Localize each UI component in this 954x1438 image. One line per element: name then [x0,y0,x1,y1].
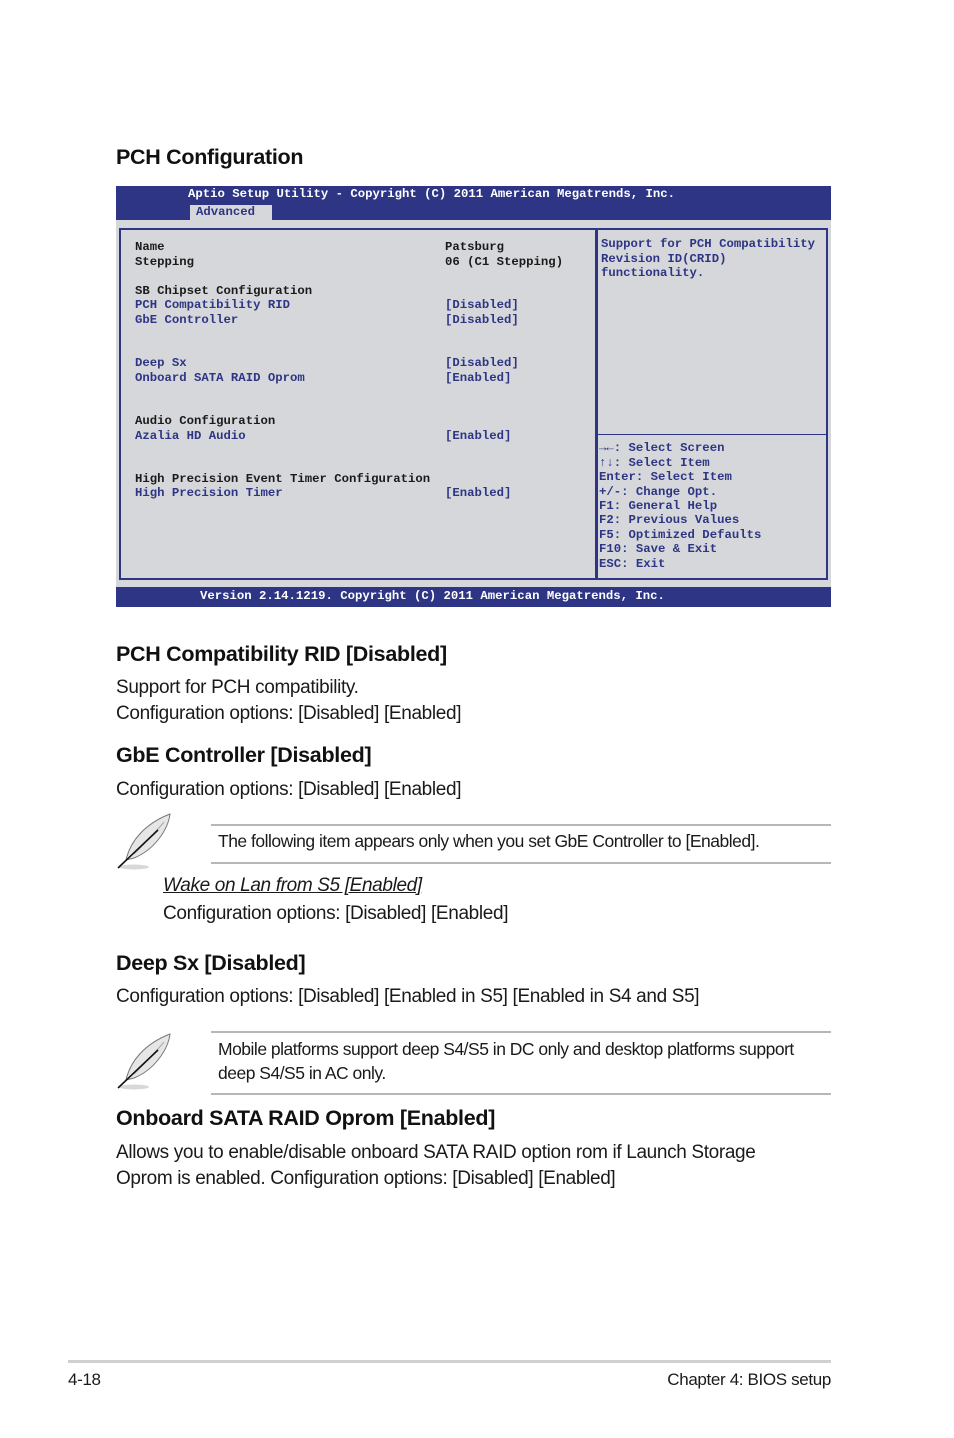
group-hpet: High Precision Event Timer Configuration [135,471,431,486]
note-text: The following item appears only when you… [218,831,760,851]
value-pch-compatibility-rid[interactable]: [Disabled] [445,298,519,313]
info-value-stepping: 06 (C1 Stepping) [445,254,564,269]
tab-advanced[interactable]: Advanced [190,205,272,220]
note-top-rule [211,824,831,826]
section-heading: PCH Configuration [116,145,304,169]
body-text: Configuration options: [Disabled] [Enabl… [163,903,509,924]
key-hint-previous-values: F2: Previous Values [599,513,740,527]
heading-onboard-sata-raid-oprom: Onboard SATA RAID Oprom [Enabled] [116,1106,496,1130]
key-hint-save-exit: F10: Save & Exit [599,542,718,556]
body-text: Configuration options: [Disabled] [Enabl… [116,703,462,724]
key-hint-select-screen: →←: Select Screen [599,441,725,455]
value-azalia-hd-audio[interactable]: [Enabled] [445,429,511,444]
note-bottom-rule [211,1093,831,1095]
chapter-title: Chapter 4: BIOS setup [667,1370,831,1389]
bios-title: Aptio Setup Utility - Copyright (C) 2011… [188,187,676,201]
info-label-name: Name [135,240,165,254]
value-gbe-controller[interactable]: [Disabled] [445,313,519,328]
bios-help-panel: Support for PCH Compatibility Revision I… [597,228,828,580]
key-hint-change-opt: +/-: Change Opt. [599,484,718,499]
key-hint-enter: Enter: Select Item [599,470,732,484]
key-hint-optimized-defaults: F5: Optimized Defaults [599,527,762,542]
heading-pch-compatibility-rid: PCH Compatibility RID [Disabled] [116,642,447,666]
value-high-precision-timer[interactable]: [Enabled] [445,486,511,501]
bios-version: Version 2.14.1219. Copyright (C) 2011 Am… [200,589,665,603]
note-text: deep S4/S5 in AC only. [218,1063,386,1083]
subitem-heading-wake-on-lan: Wake on Lan from S5 [Enabled] [163,875,422,896]
group-sb-chipset: SB Chipset Configuration [135,283,313,298]
feather-pen-icon [114,810,176,877]
heading-deep-sx: Deep Sx [Disabled] [116,951,306,975]
item-pch-compatibility-rid[interactable]: PCH Compatibility RID [135,298,290,313]
help-text-line: Support for PCH Compatibility [601,237,816,251]
note-bottom-rule [211,862,831,864]
body-text: Oprom is enabled. Configuration options:… [116,1168,616,1189]
heading-gbe-controller: GbE Controller [Disabled] [116,743,372,767]
item-onboard-sata-raid-oprom[interactable]: Onboard SATA RAID Oprom [135,371,305,386]
info-label-stepping: Stepping [135,254,195,269]
bios-title-bar: Aptio Setup Utility - Copyright (C) 2011… [116,186,831,220]
bios-screenshot: Aptio Setup Utility - Copyright (C) 2011… [116,186,831,607]
item-deep-sx[interactable]: Deep Sx [135,356,187,371]
key-hint-general-help: F1: General Help [599,499,718,513]
item-high-precision-timer[interactable]: High Precision Timer [135,486,283,501]
note-text: Mobile platforms support deep S4/S5 in D… [218,1039,794,1059]
key-hint-select-item: ↑↓: Select Item [599,455,710,470]
item-azalia-hd-audio[interactable]: Azalia HD Audio [135,429,246,444]
body-text: Support for PCH compatibility. [116,677,359,698]
feather-pen-icon [114,1030,176,1097]
value-onboard-sata-raid-oprom[interactable]: [Enabled] [445,371,511,386]
body-text: Configuration options: [Disabled] [Enabl… [116,986,700,1007]
bios-footer-bar: Version 2.14.1219. Copyright (C) 2011 Am… [116,587,831,607]
footer-rule [68,1360,831,1363]
value-deep-sx[interactable]: [Disabled] [445,356,519,371]
help-text-line: Revision ID(CRID) [601,251,727,266]
help-divider [598,434,827,435]
group-audio: Audio Configuration [135,414,276,428]
body-text: Configuration options: [Disabled] [Enabl… [116,779,462,800]
key-hint-exit: ESC: Exit [599,556,666,571]
body-text: Allows you to enable/disable onboard SAT… [116,1142,756,1163]
bios-main-panel: Name Patsburg Stepping 06 (C1 Stepping) … [119,228,597,580]
item-gbe-controller[interactable]: GbE Controller [135,313,238,328]
info-value-name: Patsburg [445,240,505,254]
note-top-rule [211,1031,831,1033]
help-text-line: functionality. [601,266,705,280]
page-number: 4-18 [68,1370,101,1389]
